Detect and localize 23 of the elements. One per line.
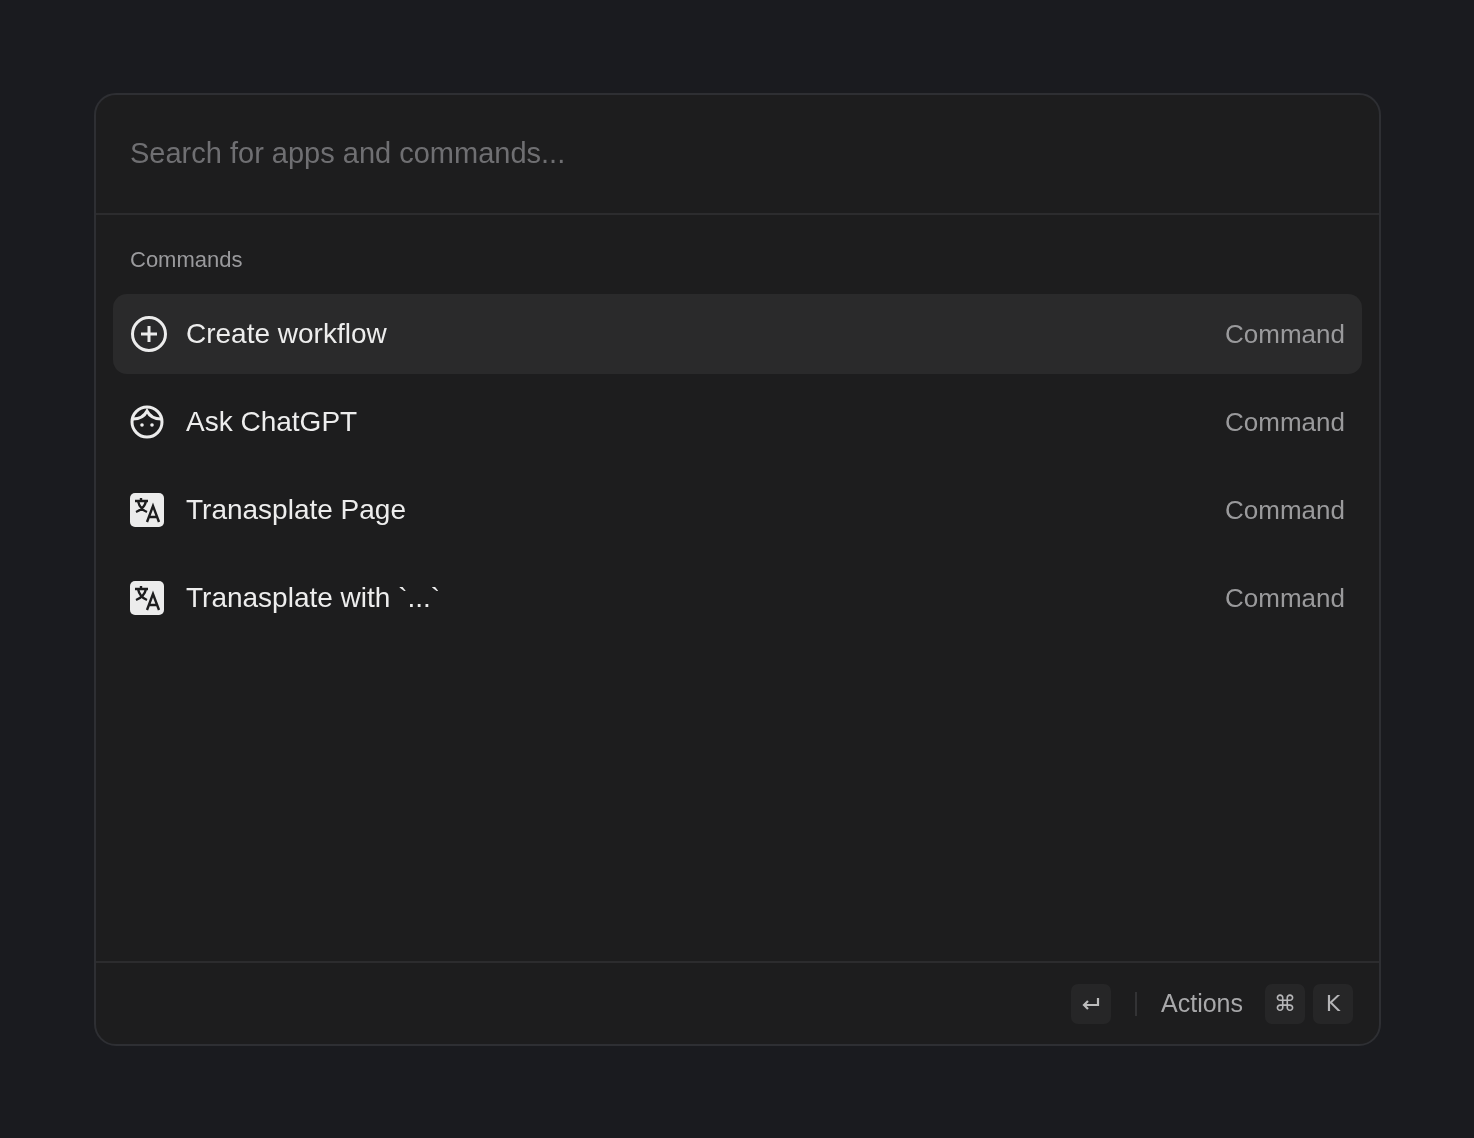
face-icon xyxy=(130,405,164,439)
command-label: Ask ChatGPT xyxy=(186,405,359,439)
enter-key[interactable] xyxy=(1071,983,1111,1024)
command-label: Tranasplate with `...` xyxy=(186,581,442,615)
command-type: Command xyxy=(1225,493,1345,527)
command-type: Command xyxy=(1225,405,1345,439)
shortcut-key: K xyxy=(1313,983,1353,1024)
search-field[interactable]: Search for apps and commands... xyxy=(130,132,1345,176)
command-label: Create workflow xyxy=(186,317,388,351)
command-item[interactable]: Tranasplate Page Command xyxy=(113,470,1362,550)
section-heading: Commands xyxy=(129,246,244,274)
translate-icon xyxy=(130,581,164,615)
command-type: Command xyxy=(1225,317,1345,351)
translate-icon xyxy=(130,493,164,527)
command-item[interactable]: Ask ChatGPT Command xyxy=(113,382,1362,462)
command-type: Command xyxy=(1225,581,1345,615)
actions-label[interactable]: Actions xyxy=(1161,984,1243,1023)
command-item[interactable]: Create workflow Command xyxy=(113,294,1362,374)
command-item[interactable]: Tranasplate with `...` Command xyxy=(113,558,1362,638)
plus-circle-icon xyxy=(130,315,168,353)
return-icon xyxy=(1081,996,1101,1011)
command-label: Tranasplate Page xyxy=(186,493,407,527)
shortcut-key: ⌘ xyxy=(1265,983,1305,1024)
